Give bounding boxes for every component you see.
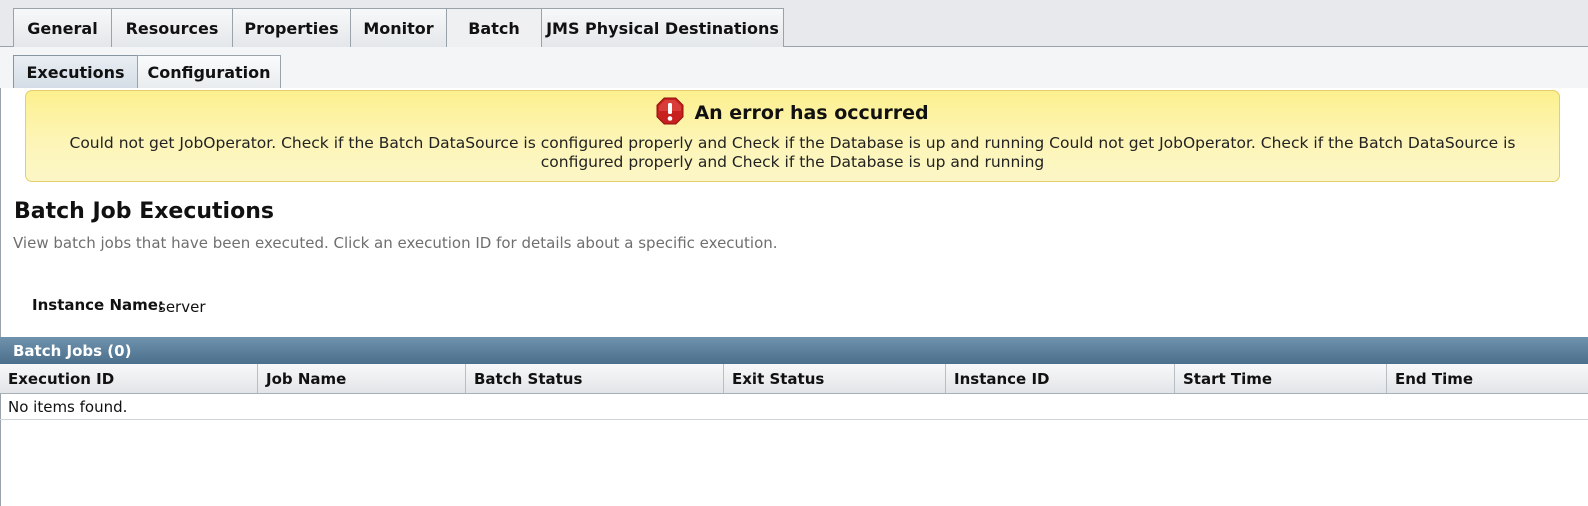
instance-name-label: Instance Name: <box>32 296 164 314</box>
page-help-text: View batch jobs that have been executed.… <box>13 234 778 252</box>
column-header-execution-id[interactable]: Execution ID <box>0 364 258 393</box>
column-header-instance-id[interactable]: Instance ID <box>946 364 1175 393</box>
alert-header: An error has occurred <box>26 97 1559 129</box>
column-header-exit-status[interactable]: Exit Status <box>724 364 946 393</box>
column-header-end-time[interactable]: End Time <box>1387 364 1588 393</box>
table-caption: Batch Jobs (0) <box>0 337 1588 364</box>
alert-title: An error has occurred <box>694 102 929 124</box>
subtab-executions[interactable]: Executions <box>13 55 138 88</box>
column-header-job-name[interactable]: Job Name <box>258 364 466 393</box>
tab-properties[interactable]: Properties <box>232 8 351 47</box>
sub-tab-bar: Executions Configuration <box>0 47 1588 88</box>
tab-monitor[interactable]: Monitor <box>350 8 447 47</box>
error-alert: An error has occurred Could not get JobO… <box>25 90 1560 182</box>
tab-batch[interactable]: Batch <box>446 8 542 48</box>
batch-jobs-table: Batch Jobs (0) Execution ID Job Name Bat… <box>0 337 1588 506</box>
subtab-configuration[interactable]: Configuration <box>137 55 281 88</box>
main-tab-bar: General Resources Properties Monitor Bat… <box>0 0 1588 48</box>
page-title: Batch Job Executions <box>14 199 274 224</box>
error-icon <box>656 97 684 129</box>
tab-jms-physical-destinations[interactable]: JMS Physical Destinations <box>541 8 784 47</box>
table-empty-message: No items found. <box>0 394 1588 420</box>
table-header-row: Execution ID Job Name Batch Status Exit … <box>0 364 1588 394</box>
instance-name-value: server <box>158 298 206 316</box>
column-header-batch-status[interactable]: Batch Status <box>466 364 724 393</box>
alert-message: Could not get JobOperator. Check if the … <box>69 134 1516 171</box>
tab-resources[interactable]: Resources <box>111 8 233 47</box>
column-header-start-time[interactable]: Start Time <box>1175 364 1387 393</box>
tab-general[interactable]: General <box>13 8 112 47</box>
